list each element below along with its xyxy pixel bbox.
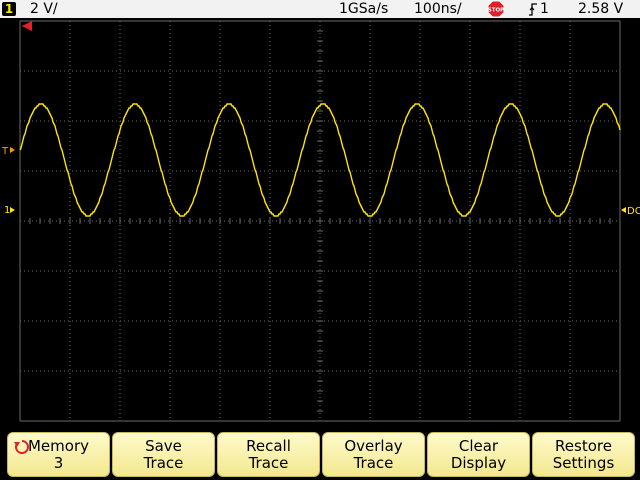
recall-trace-line2: Trace — [248, 453, 289, 472]
clear-display-button[interactable]: Clear Display — [427, 432, 530, 477]
channel-1-badge[interactable]: 1 — [2, 2, 16, 16]
volts-per-division[interactable]: 2 V/ — [30, 0, 58, 18]
trigger-level-marker-icon: T — [1, 146, 15, 157]
restore-settings-button[interactable]: Restore Settings — [532, 432, 635, 477]
channel-1-ground-marker: 1 — [4, 205, 15, 216]
stop-icon[interactable]: STOP — [487, 0, 505, 18]
time-per-division[interactable]: 100ns/ — [414, 0, 462, 18]
save-trace-line2: Trace — [143, 453, 184, 472]
clear-display-line1: Clear — [458, 436, 499, 455]
restore-settings-line2: Settings — [552, 453, 615, 472]
waveform-display[interactable]: T 1 DC — [0, 18, 640, 426]
restore-settings-line1: Restore — [555, 436, 612, 455]
trigger-level[interactable]: 2.58 V — [578, 0, 623, 18]
save-trace-line1: Save — [145, 436, 182, 455]
overlay-trace-line1: Overlay — [344, 436, 403, 455]
dc-coupling-marker: DC — [621, 206, 640, 217]
memory-softkey-value: 3 — [53, 453, 64, 472]
trigger-source[interactable]: 1 — [540, 0, 549, 18]
sample-rate: 1GSa/s — [339, 1, 389, 17]
softkey-bar: Memory 3 Save Trace Recall Trace Overlay… — [0, 426, 640, 480]
memory-softkey[interactable]: Memory 3 — [7, 432, 110, 477]
recall-trace-button[interactable]: Recall Trace — [217, 432, 320, 477]
status-bar: 1 2 V/ 1GSa/s 100ns/ STOP 1 2.58 V — [0, 0, 640, 18]
trigger-edge-icon — [529, 3, 537, 16]
overlay-trace-button[interactable]: Overlay Trace — [322, 432, 425, 477]
delay-marker-icon — [22, 21, 32, 31]
dc-label: DC — [627, 206, 640, 217]
stop-label: STOP — [488, 8, 504, 14]
svg-text:T: T — [1, 146, 9, 157]
recall-trace-line1: Recall — [246, 436, 291, 455]
overlay-trace-line2: Trace — [353, 453, 394, 472]
clear-display-line2: Display — [450, 453, 507, 472]
graticule-grid — [19, 20, 621, 422]
save-trace-button[interactable]: Save Trace — [112, 432, 215, 477]
channel-ground-label: 1 — [4, 205, 10, 216]
rotate-arrow-icon — [14, 440, 29, 454]
